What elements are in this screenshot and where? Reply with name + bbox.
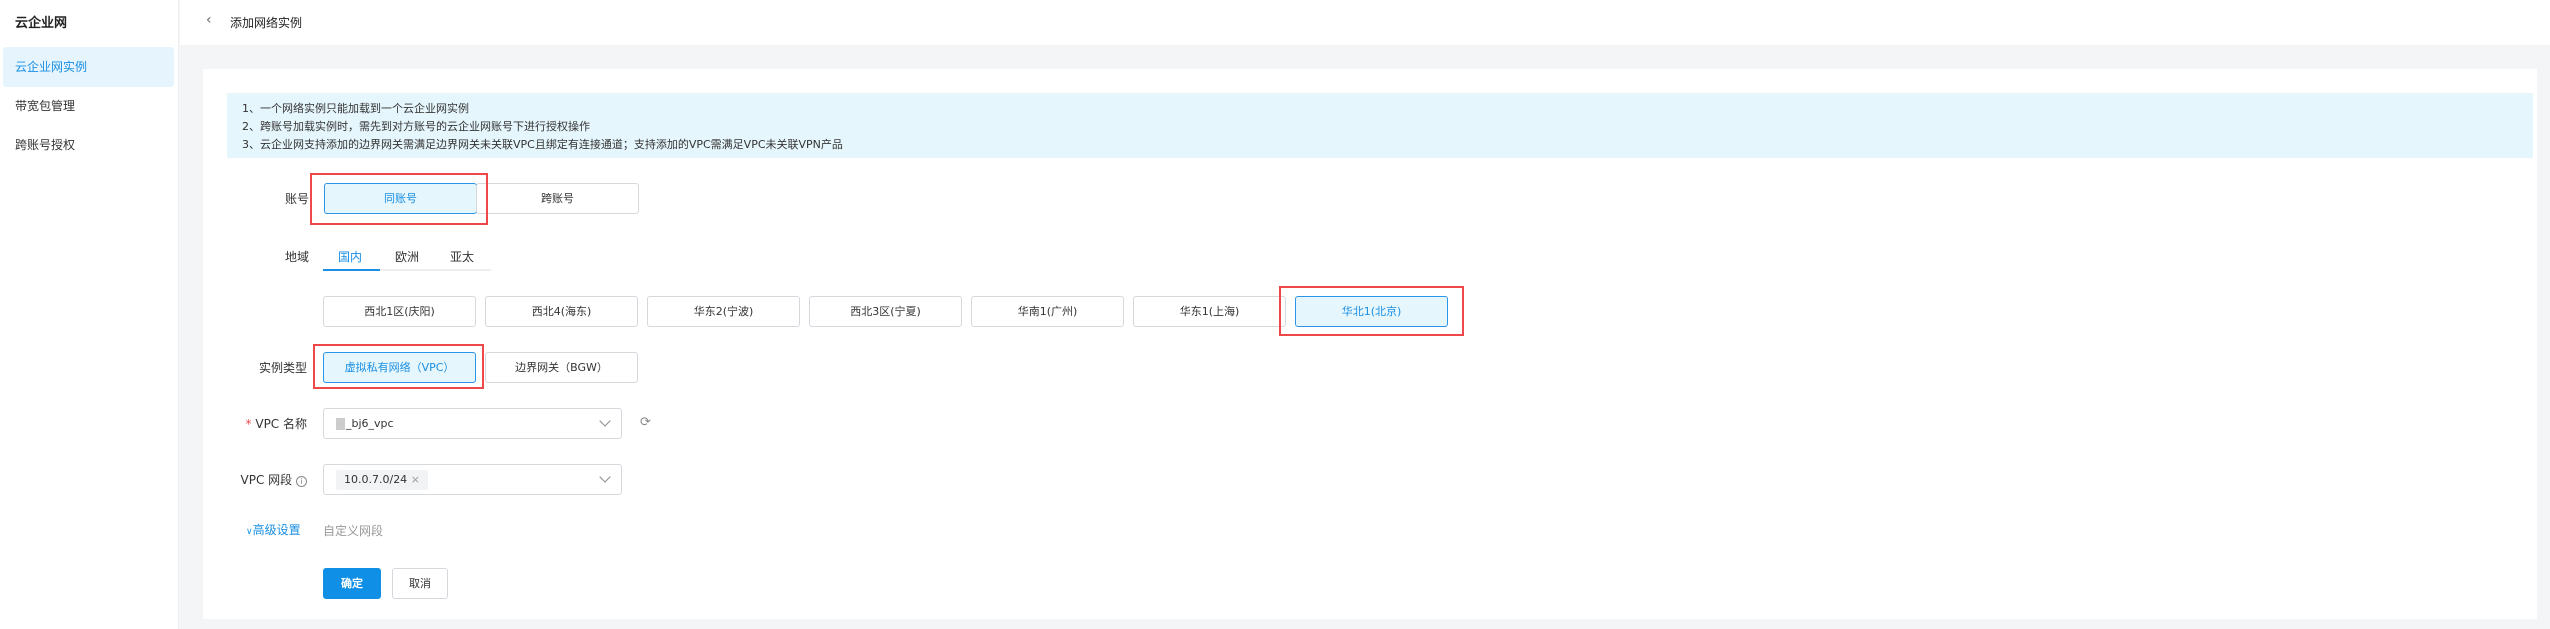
vpc-name-label-text: VPC 名称 (255, 417, 307, 431)
cidr-tag: 10.0.7.0/24 × (336, 470, 428, 490)
region-option[interactable]: 华东2(宁波) (647, 296, 800, 327)
info-line: 3、云企业网支持添加的边界网关需满足边界网关未关联VPC且绑定有连接通道；支持添… (242, 138, 843, 151)
refresh-icon[interactable]: ⟳ (640, 415, 651, 430)
close-icon[interactable]: × (411, 473, 420, 486)
same-account-button[interactable]: 同账号 (324, 183, 477, 214)
region-option[interactable]: 西北1区(庆阳) (323, 296, 476, 327)
confirm-button[interactable]: 确定 (323, 568, 381, 599)
vpc-cidr-select[interactable]: 10.0.7.0/24 × (323, 464, 622, 495)
cidr-tag-text: 10.0.7.0/24 (344, 473, 408, 486)
chevron-down-icon: ∨ (246, 527, 253, 537)
vpc-name-value: _bj6_vpc (346, 417, 394, 430)
sidebar-item-cross-account-auth[interactable]: 跨账号授权 (3, 125, 174, 165)
page-header: ‹ 添加网络实例 (180, 0, 2550, 45)
bgw-type-button[interactable]: 边界网关（BGW） (485, 352, 638, 383)
chevron-left-icon[interactable]: ‹ (206, 12, 212, 28)
sidebar-item-bandwidth-packages[interactable]: 带宽包管理 (3, 86, 174, 126)
vpc-cidr-label-text: VPC 网段 (240, 473, 293, 487)
page-title: 添加网络实例 (230, 16, 303, 30)
info-line: 1、一个网络实例只能加载到一个云企业网实例 (242, 102, 469, 115)
vpc-type-button[interactable]: 虚拟私有网络（VPC） (323, 352, 476, 383)
custom-cidr-hint: 自定义网段 (323, 524, 384, 538)
info-icon[interactable]: i (296, 476, 307, 487)
info-line: 2、跨账号加载实例时，需先到对方账号的云企业网账号下进行授权操作 (242, 120, 590, 133)
form-card: 1、一个网络实例只能加载到一个云企业网实例 2、跨账号加载实例时，需先到对方账号… (203, 69, 2537, 619)
advanced-settings-toggle[interactable]: ∨高级设置 (246, 521, 301, 538)
chevron-down-icon (599, 471, 611, 483)
cancel-button[interactable]: 取消 (392, 568, 448, 599)
cross-account-button[interactable]: 跨账号 (476, 183, 639, 214)
region-option[interactable]: 华南1(广州) (971, 296, 1124, 327)
tab-domestic[interactable]: 国内 (338, 248, 362, 265)
required-mark: * (245, 417, 252, 431)
instance-type-label: 实例类型 (258, 361, 307, 375)
tab-europe[interactable]: 欧洲 (395, 248, 419, 265)
vpc-name-label: * VPC 名称 (187, 415, 307, 432)
region-option[interactable]: 西北3区(宁夏) (809, 296, 962, 327)
region-label: 地域 (284, 250, 309, 264)
region-option-selected[interactable]: 华北1(北京) (1295, 296, 1448, 327)
vpc-name-select[interactable]: _bj6_vpc (323, 408, 622, 439)
redacted-block (336, 418, 345, 430)
region-option[interactable]: 西北4(海东) (485, 296, 638, 327)
info-notice: 1、一个网络实例只能加载到一个云企业网实例 2、跨账号加载实例时，需先到对方账号… (227, 93, 2533, 158)
tab-asia-pacific[interactable]: 亚太 (450, 248, 474, 265)
sidebar-title: 云企业网 (15, 16, 68, 31)
vpc-cidr-label: VPC 网段 i (187, 471, 307, 488)
sidebar: 云企业网 云企业网实例 带宽包管理 跨账号授权 (0, 0, 179, 629)
region-option[interactable]: 华东1(上海) (1133, 296, 1286, 327)
account-label: 账号 (284, 192, 309, 206)
active-tab-indicator (323, 269, 380, 271)
sidebar-item-cen-instances[interactable]: 云企业网实例 (3, 47, 174, 87)
advanced-settings-label: 高级设置 (252, 523, 301, 537)
chevron-down-icon (599, 415, 611, 427)
